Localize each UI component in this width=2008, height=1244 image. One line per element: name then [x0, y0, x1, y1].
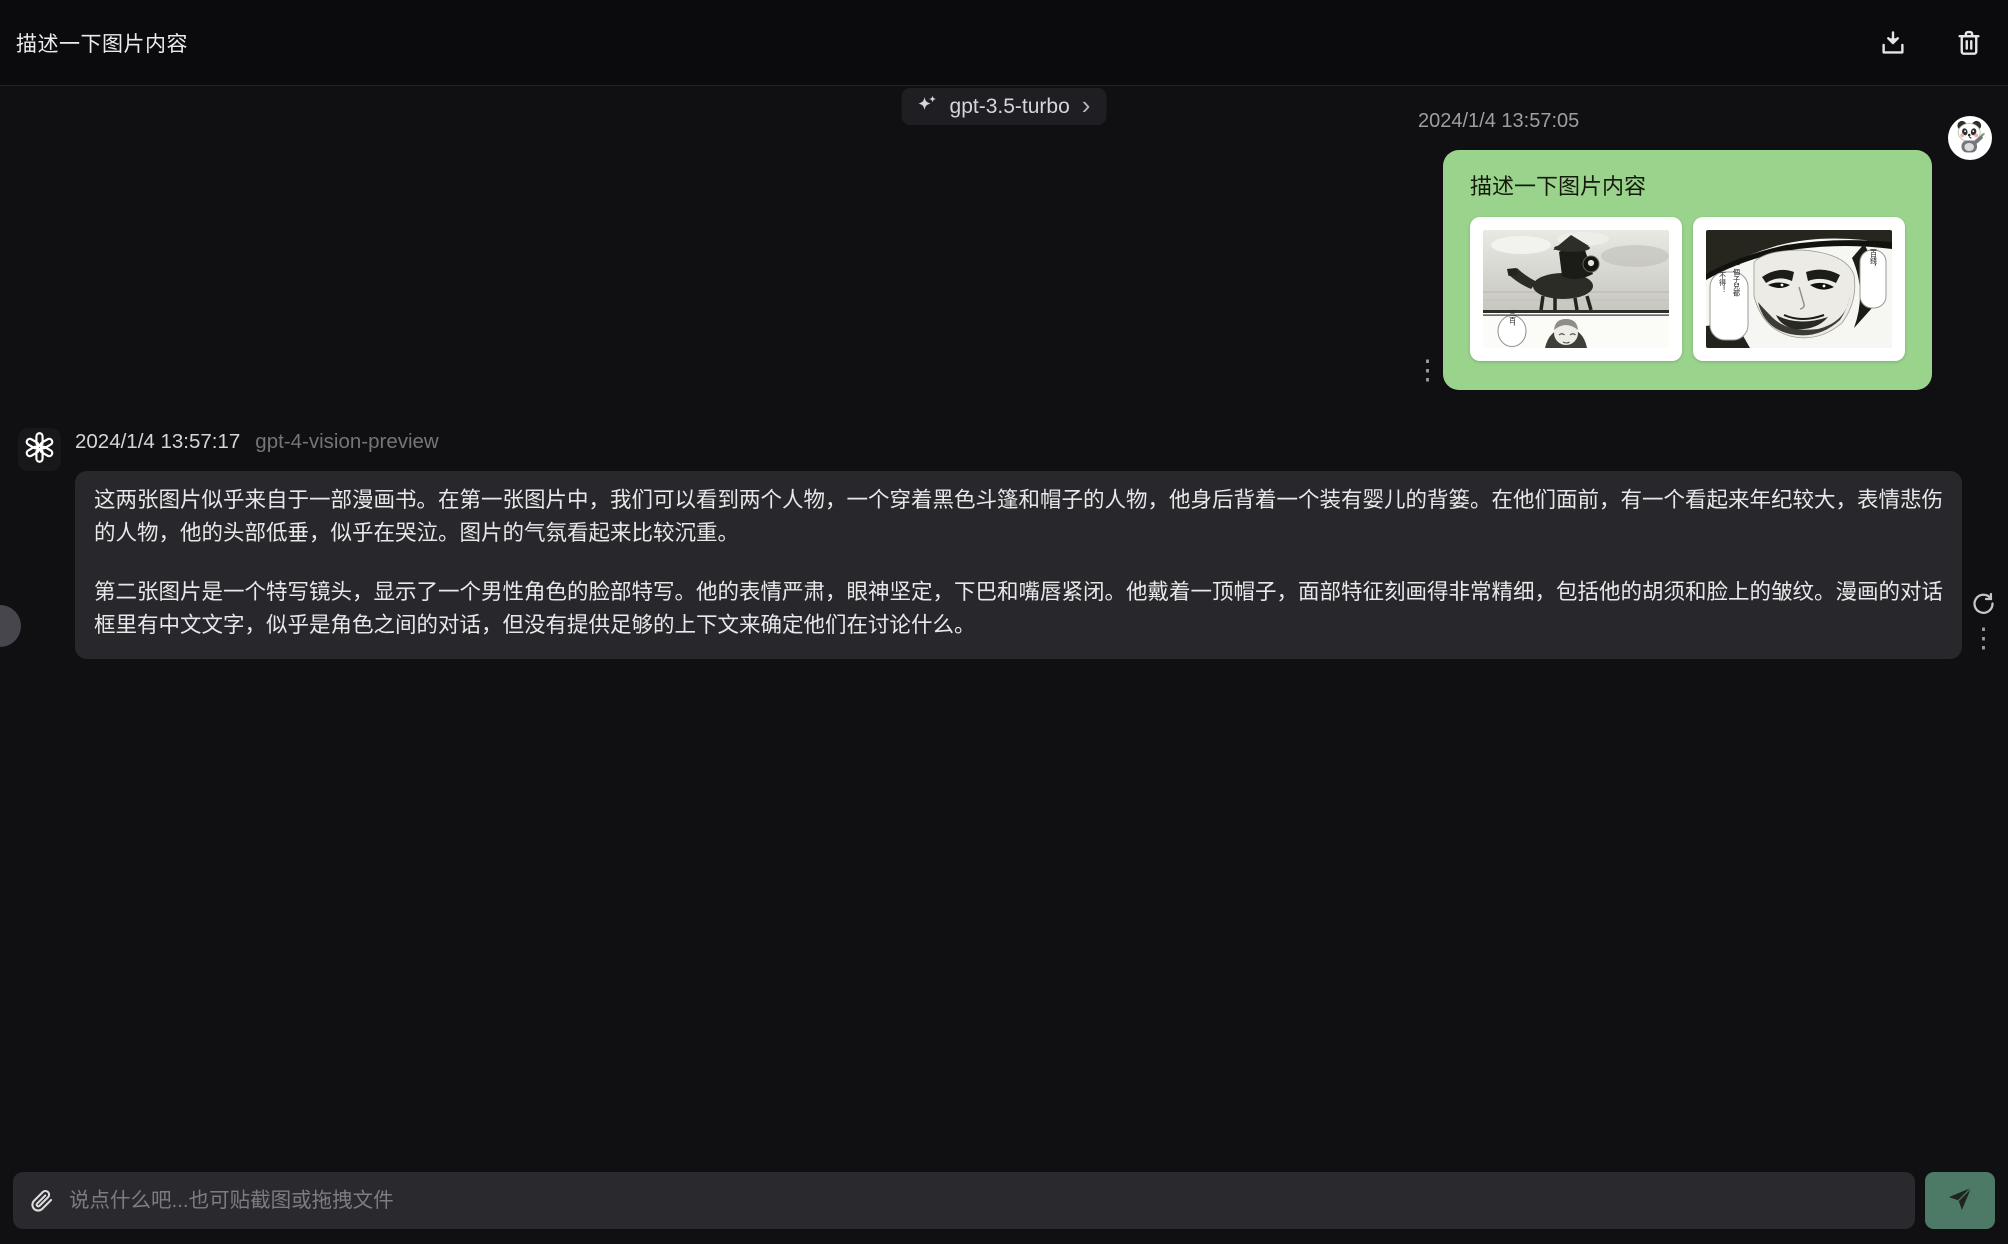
manga-thumbnail-closeup: 三百錢， 一個子兒都 少不得！: [1706, 230, 1892, 348]
user-message-menu-button[interactable]: ⋮: [1412, 355, 1443, 386]
paper-plane-icon: [1946, 1185, 1974, 1216]
sidebar-toggle-handle[interactable]: [0, 605, 21, 647]
trash-icon: [1954, 28, 1984, 58]
refresh-icon: [1970, 590, 1997, 617]
topbar: 描述一下图片内容: [0, 0, 2008, 86]
attachment-row: 三百， 三百錢，: [1470, 217, 1905, 361]
attach-file-button[interactable]: [29, 1188, 55, 1214]
sparkle-icon: [916, 92, 940, 122]
assistant-avatar: [18, 428, 61, 471]
user-message-timestamp: 2024/1/4 13:57:05: [1418, 110, 1579, 133]
download-icon: [1878, 28, 1908, 58]
assistant-message-actions: ⋮: [1968, 590, 1999, 654]
assistant-message-menu-button[interactable]: ⋮: [1968, 623, 1999, 654]
message-input[interactable]: [69, 1189, 1899, 1213]
speech-text: 一個子兒都: [1733, 262, 1741, 298]
paperclip-icon: [29, 1188, 55, 1214]
send-button[interactable]: [1925, 1172, 1995, 1229]
user-message-text: 描述一下图片内容: [1470, 169, 1905, 201]
topbar-actions: [1878, 28, 1992, 58]
assistant-message-header: 2024/1/4 13:57:17 gpt-4-vision-preview: [75, 430, 439, 454]
chevron-right-icon: ›: [1082, 92, 1091, 118]
speech-text: 三百錢，: [1870, 243, 1878, 271]
export-button[interactable]: [1878, 28, 1908, 58]
model-selector[interactable]: gpt-3.5-turbo ›: [902, 88, 1107, 125]
model-selector-label: gpt-3.5-turbo: [950, 95, 1070, 119]
more-vertical-icon: ⋮: [1970, 623, 1997, 653]
manga-thumbnail-rider: 三百，: [1483, 230, 1669, 348]
attachment-image-2[interactable]: 三百錢， 一個子兒都 少不得！: [1693, 217, 1905, 361]
speech-text: 少不得！: [1719, 265, 1727, 293]
regenerate-button[interactable]: [1970, 590, 1997, 617]
composer-bar: [13, 1172, 1915, 1229]
assistant-model-name: gpt-4-vision-preview: [255, 430, 438, 454]
assistant-paragraph-1: 这两张图片似乎来自于一部漫画书。在第一张图片中，我们可以看到两个人物，一个穿着黑…: [94, 484, 1944, 550]
assistant-paragraph-2: 第二张图片是一个特写镜头，显示了一个男性角色的脸部特写。他的表情严肃，眼神坚定，…: [94, 576, 1944, 642]
speech-text: 三百，: [1509, 310, 1517, 331]
page-title: 描述一下图片内容: [16, 28, 188, 58]
assistant-message-bubble: 这两张图片似乎来自于一部漫画书。在第一张图片中，我们可以看到两个人物，一个穿着黑…: [75, 471, 1962, 659]
panda-avatar-icon: [1950, 116, 1990, 160]
user-avatar: [1948, 116, 1992, 160]
openai-logo-icon: [23, 431, 56, 469]
delete-conversation-button[interactable]: [1954, 28, 1984, 58]
user-message-bubble: 描述一下图片内容: [1443, 150, 1932, 390]
more-vertical-icon: ⋮: [1414, 355, 1441, 385]
attachment-image-1[interactable]: 三百，: [1470, 217, 1682, 361]
assistant-message-timestamp: 2024/1/4 13:57:17: [75, 430, 240, 454]
